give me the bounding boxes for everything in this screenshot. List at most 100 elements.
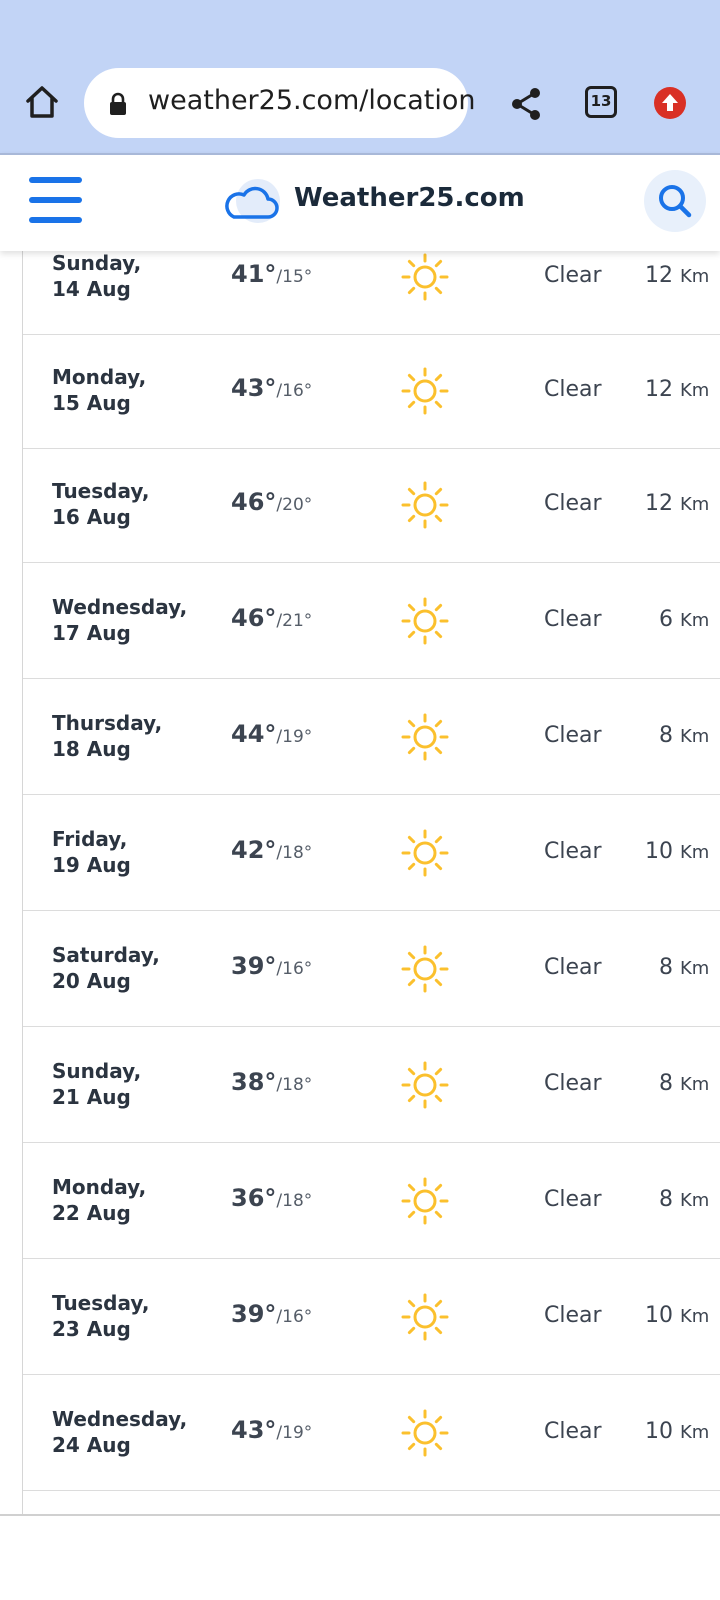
day-date: 22 Aug xyxy=(52,1201,131,1225)
wind-value: 8 xyxy=(659,723,673,748)
wind-speed: 6 Km xyxy=(645,607,720,632)
forecast-row[interactable]: Monday, 22 Aug 36°/18° Clear 8 Km xyxy=(23,1144,720,1259)
search-button[interactable] xyxy=(644,170,706,232)
day-name: Tuesday, xyxy=(52,1291,150,1315)
forecast-row[interactable]: Thursday, 18 Aug 44°/19° Clear 8 Km xyxy=(23,680,720,795)
temperature: 39°/16° xyxy=(231,1300,312,1328)
temp-low: /18° xyxy=(276,1075,313,1095)
temp-high: 41 xyxy=(231,260,265,288)
wind-unit: Km xyxy=(680,380,710,401)
wind-unit: Km xyxy=(680,726,710,747)
temp-low: /21° xyxy=(276,611,313,631)
day-name: Monday, xyxy=(52,1175,147,1199)
degree-symbol: ° xyxy=(264,1416,277,1444)
wind-speed: 8 Km xyxy=(645,955,720,980)
degree-symbol: ° xyxy=(264,1068,277,1096)
forecast-row[interactable]: Sunday, 21 Aug 38°/18° Clear 8 Km xyxy=(23,1028,720,1143)
wind-speed: 8 Km xyxy=(645,1071,720,1096)
temperature: 39°/16° xyxy=(231,952,312,980)
day-date: 15 Aug xyxy=(52,391,131,415)
forecast-day: Thursday, 18 Aug xyxy=(52,710,162,762)
site-logo-text[interactable]: Weather25.com xyxy=(294,183,525,213)
share-icon[interactable] xyxy=(508,86,544,122)
browser-toolbar: weather25.com/location 13 xyxy=(0,0,720,153)
temp-high: 42 xyxy=(231,836,265,864)
forecast-day: Friday, 19 Aug xyxy=(52,826,131,878)
sun-icon xyxy=(401,945,449,993)
sun-icon xyxy=(401,1061,449,1109)
condition-text: Clear xyxy=(544,491,602,516)
temp-high: 38 xyxy=(231,1068,265,1096)
day-date: 14 Aug xyxy=(52,277,131,301)
temperature: 42°/18° xyxy=(231,836,312,864)
forecast-day: Wednesday, 24 Aug xyxy=(52,1406,187,1458)
forecast-row[interactable]: Wednesday, 17 Aug 46°/21° Clear 6 Km xyxy=(23,564,720,679)
temperature: 46°/21° xyxy=(231,604,312,632)
wind-unit: Km xyxy=(680,1306,710,1327)
cloud-logo-icon[interactable] xyxy=(222,173,282,229)
wind-unit: Km xyxy=(680,958,710,979)
sun-icon xyxy=(401,1177,449,1225)
condition-text: Clear xyxy=(544,263,602,288)
forecast-row[interactable]: Monday, 15 Aug 43°/16° Clear 12 Km xyxy=(23,334,720,449)
forecast-day: Tuesday, 16 Aug xyxy=(52,478,149,530)
forecast-row[interactable]: Tuesday, 23 Aug 39°/16° Clear 10 Km xyxy=(23,1260,720,1375)
forecast-row[interactable]: Saturday, 20 Aug 39°/16° Clear 8 Km xyxy=(23,912,720,1027)
forecast-row[interactable]: Friday, 19 Aug 42°/18° Clear 10 Km xyxy=(23,796,720,911)
wind-unit: Km xyxy=(680,1074,710,1095)
home-icon[interactable] xyxy=(22,82,62,122)
sun-icon xyxy=(401,829,449,877)
temp-high: 43 xyxy=(231,1416,265,1444)
condition-text: Clear xyxy=(544,839,602,864)
degree-symbol: ° xyxy=(264,952,277,980)
wind-speed: 12 Km xyxy=(645,377,720,402)
wind-speed: 8 Km xyxy=(645,1187,720,1212)
temperature: 36°/18° xyxy=(231,1184,312,1212)
temp-high: 36 xyxy=(231,1184,265,1212)
address-bar[interactable]: weather25.com/location xyxy=(84,68,475,138)
tab-switcher-button[interactable]: 13 xyxy=(585,86,617,118)
wind-value: 12 xyxy=(645,377,673,402)
lock-icon xyxy=(110,92,126,115)
condition-text: Clear xyxy=(544,1187,602,1212)
day-name: Sunday, xyxy=(52,1059,142,1083)
temp-low: /16° xyxy=(276,381,313,401)
update-arrow-icon[interactable] xyxy=(654,87,686,119)
search-icon xyxy=(659,185,692,218)
condition-text: Clear xyxy=(544,607,602,632)
degree-symbol: ° xyxy=(264,1300,277,1328)
forecast-day: Monday, 22 Aug xyxy=(52,1174,146,1226)
temp-low: /18° xyxy=(276,1191,313,1211)
temperature: 44°/19° xyxy=(231,720,312,748)
condition-text: Clear xyxy=(544,1419,602,1444)
forecast-day: Saturday, 20 Aug xyxy=(52,942,160,994)
sun-icon xyxy=(401,253,449,301)
hamburger-menu-icon[interactable] xyxy=(29,177,82,223)
condition-text: Clear xyxy=(544,955,602,980)
forecast-day: Wednesday, 17 Aug xyxy=(52,594,187,646)
temperature: 46°/20° xyxy=(231,488,312,516)
temp-low: /19° xyxy=(276,1423,313,1443)
sun-icon xyxy=(401,367,449,415)
temp-high: 46 xyxy=(231,604,265,632)
forecast-row[interactable]: Wednesday, 24 Aug 43°/19° Clear 10 Km xyxy=(23,1376,720,1491)
sun-icon xyxy=(401,1293,449,1341)
wind-value: 6 xyxy=(659,607,673,632)
wind-unit: Km xyxy=(680,1190,710,1211)
day-date: 23 Aug xyxy=(52,1317,131,1341)
temp-low: /19° xyxy=(276,727,313,747)
degree-symbol: ° xyxy=(264,260,277,288)
day-name: Wednesday, xyxy=(52,1407,188,1431)
condition-text: Clear xyxy=(544,1071,602,1096)
degree-symbol: ° xyxy=(264,720,277,748)
wind-unit: Km xyxy=(680,266,710,287)
day-date: 16 Aug xyxy=(52,505,131,529)
day-date: 24 Aug xyxy=(52,1433,131,1457)
url-text: weather25.com/location xyxy=(148,85,476,116)
temp-low: /18° xyxy=(276,843,313,863)
day-name: Thursday, xyxy=(52,711,163,735)
temp-high: 46 xyxy=(231,488,265,516)
wind-value: 10 xyxy=(645,1419,673,1444)
forecast-row[interactable]: Tuesday, 16 Aug 46°/20° Clear 12 Km xyxy=(23,448,720,563)
site-header: Weather25.com xyxy=(0,153,720,251)
